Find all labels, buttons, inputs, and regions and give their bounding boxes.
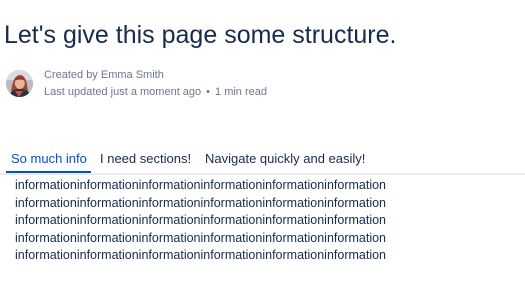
content-line: informationinformationinformationinforma… [15, 230, 387, 245]
tab-navigate-quickly[interactable]: Navigate quickly and easily! [205, 151, 365, 167]
created-by-text[interactable]: Created by Emma Smith [44, 69, 164, 81]
page: Let's give this page some structure. Cre… [0, 0, 525, 286]
read-time-text: 1 min read [215, 86, 268, 98]
last-updated-text[interactable]: Last updated just a moment ago [44, 86, 201, 98]
tab-i-need-sections[interactable]: I need sections! [100, 151, 191, 167]
active-tab-indicator [6, 171, 91, 173]
byline: Created by Emma Smith Last updated just … [6, 68, 306, 102]
tab-content: informationinformationinformationinforma… [15, 177, 386, 265]
tab-so-much-info[interactable]: So much info [11, 151, 87, 167]
content-line: informationinformationinformationinforma… [15, 178, 387, 192]
content-line: informationinformationinformationinforma… [15, 248, 387, 262]
content-line: informationinformationinformationinforma… [15, 213, 387, 227]
tab-bar: So much info I need sections! Navigate q… [0, 146, 525, 175]
separator-dot: • [206, 86, 211, 98]
page-title: Let's give this page some structure. [4, 21, 397, 49]
byline-meta: Created by Emma Smith Last updated just … [44, 68, 267, 99]
avatar[interactable] [6, 70, 33, 97]
content-line: informationinformationinformationinforma… [15, 195, 387, 210]
user-avatar-icon [6, 70, 33, 97]
